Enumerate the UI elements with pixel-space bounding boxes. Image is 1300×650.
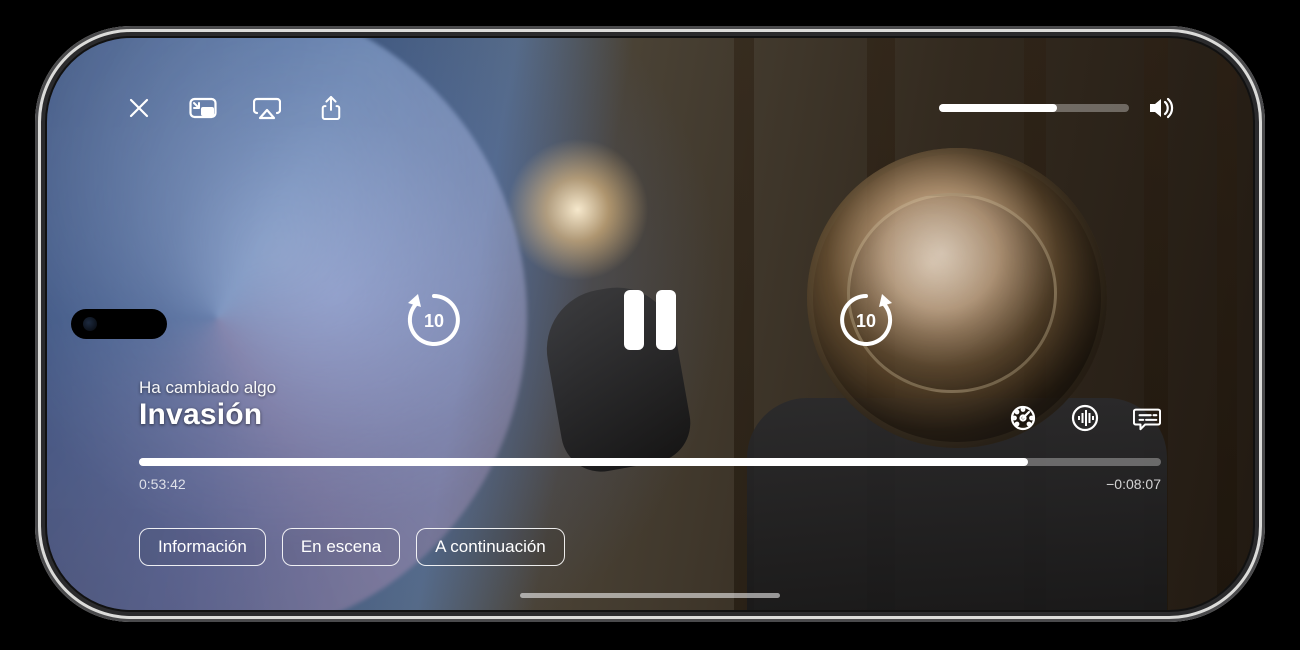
video-player-screen: 10 10 Ha cambiado algo Invasión — [47, 38, 1253, 610]
enhance-dialogue-icon[interactable] — [1071, 404, 1099, 432]
progress-track[interactable] — [139, 458, 1161, 466]
share-icon[interactable] — [317, 94, 345, 122]
picture-in-picture-icon[interactable] — [189, 94, 217, 122]
pause-button[interactable] — [624, 290, 676, 350]
progress-scrubber: 0:53:42 −0:08:07 — [139, 458, 1161, 492]
volume-slider[interactable] — [939, 104, 1129, 112]
skip-forward-10-button[interactable]: 10 — [836, 290, 896, 350]
subtitles-icon[interactable] — [1133, 404, 1161, 432]
volume-icon[interactable] — [1147, 94, 1175, 122]
skip-seconds-label: 10 — [856, 311, 876, 331]
tab-in-scene[interactable]: En escena — [282, 528, 400, 566]
tab-up-next[interactable]: A continuación — [416, 528, 565, 566]
tab-info[interactable]: Información — [139, 528, 266, 566]
volume-control — [939, 94, 1175, 122]
playback-controls: 10 10 — [47, 290, 1253, 350]
close-icon[interactable] — [125, 94, 153, 122]
skip-back-10-button[interactable]: 10 — [404, 290, 464, 350]
iphone-frame: 10 10 Ha cambiado algo Invasión — [35, 26, 1265, 622]
playback-speed-icon[interactable] — [1009, 404, 1037, 432]
metadata-row: Ha cambiado algo Invasión — [139, 378, 1161, 432]
player-top-bar — [125, 94, 1175, 122]
home-indicator[interactable] — [520, 593, 780, 598]
episode-title: Ha cambiado algo — [139, 378, 276, 398]
info-tabs: Información En escena A continuación — [139, 528, 565, 566]
series-title: Invasión — [139, 398, 276, 432]
skip-seconds-label: 10 — [424, 311, 444, 331]
volume-fill — [939, 104, 1057, 112]
progress-fill — [139, 458, 1028, 466]
airplay-icon[interactable] — [253, 94, 281, 122]
elapsed-time: 0:53:42 — [139, 476, 186, 492]
remaining-time: −0:08:07 — [1106, 476, 1161, 492]
